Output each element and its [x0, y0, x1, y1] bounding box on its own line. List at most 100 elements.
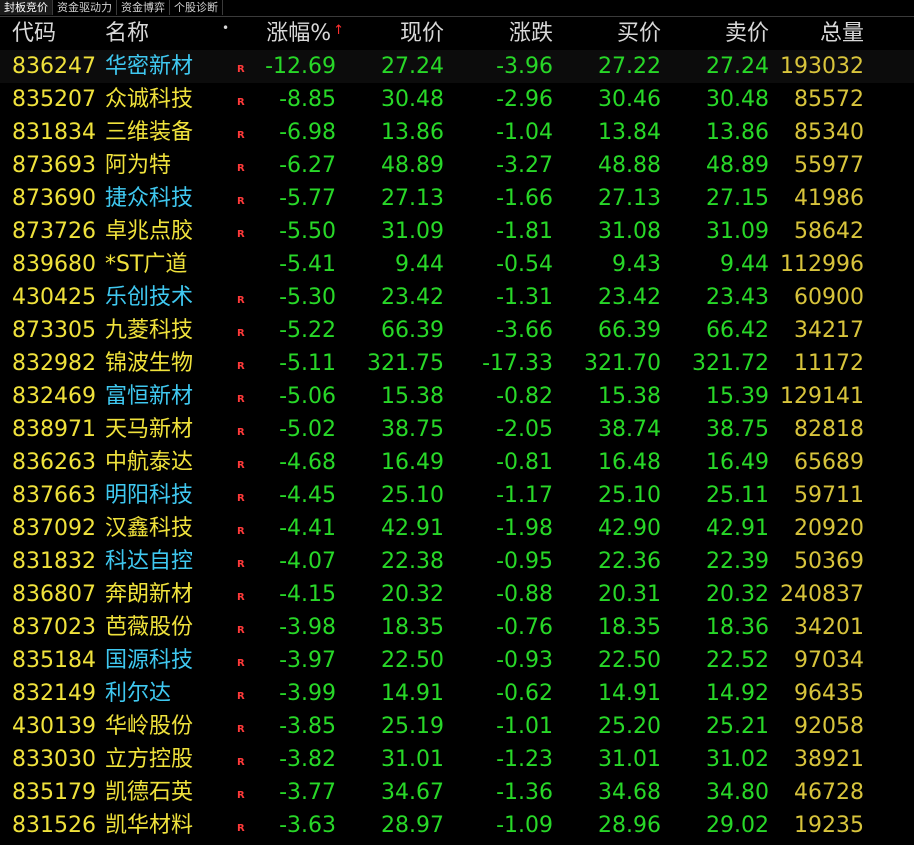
- stock-code: 835207: [12, 87, 96, 112]
- table-row[interactable]: 839680 *ST广道 -5.41 9.44 -0.54 9.43 9.44 112996: [0, 248, 914, 281]
- current-price: 13.86: [381, 120, 444, 145]
- r-marker: R: [237, 130, 245, 141]
- stock-name: 乐创技术: [105, 285, 194, 310]
- table-row[interactable]: 835184 国源科技 R -3.97 22.50 -0.93 22.50 22.52 9703…: [0, 644, 914, 677]
- table-row[interactable]: 430139 华岭股份 R -3.85 25.19 -1.01 25.20 25.21 9205…: [0, 710, 914, 743]
- price-change: -3.27: [496, 153, 553, 178]
- bid-price: 38.74: [598, 417, 661, 442]
- stock-code: 836263: [12, 450, 96, 475]
- current-price: 23.42: [381, 285, 444, 310]
- bid-price: 20.31: [598, 582, 661, 607]
- pct-change: -3.98: [279, 615, 336, 640]
- price-change: -0.81: [496, 450, 553, 475]
- ask-price: 13.86: [706, 120, 769, 145]
- header-name[interactable]: 名称: [105, 17, 230, 50]
- table-row[interactable]: 873305 九菱科技 R -5.22 66.39 -3.66 66.39 66.42 3421…: [0, 314, 914, 347]
- table-row[interactable]: 835179 凯德石英 R -3.77 34.67 -1.36 34.68 34.80 4672…: [0, 776, 914, 809]
- bid-price: 31.08: [598, 219, 661, 244]
- price-change: -2.96: [496, 87, 553, 112]
- total-volume: 38921: [794, 747, 864, 772]
- table-row[interactable]: 837092 汉鑫科技 R -4.41 42.91 -1.98 42.90 42.91 2092…: [0, 512, 914, 545]
- stock-name: 立方控股: [105, 747, 194, 772]
- pct-change: -4.07: [279, 549, 336, 574]
- stock-name: 芭薇股份: [105, 615, 194, 640]
- price-change: -0.93: [496, 648, 553, 673]
- table-row[interactable]: 873726 卓兆点胶 R -5.50 31.09 -1.81 31.08 31.09 5864…: [0, 215, 914, 248]
- bid-price: 66.39: [598, 318, 661, 343]
- ask-price: 29.02: [706, 813, 769, 838]
- pct-change: -5.41: [279, 252, 336, 277]
- table-row[interactable]: 430425 乐创技术 R -5.30 23.42 -1.31 23.42 23.43 6090…: [0, 281, 914, 314]
- header-bid[interactable]: 买价: [565, 17, 661, 50]
- stock-code: 837023: [12, 615, 96, 640]
- price-change: -1.98: [496, 516, 553, 541]
- header-ask[interactable]: 卖价: [675, 17, 769, 50]
- stock-code: 831832: [12, 549, 96, 574]
- table-row[interactable]: 832469 富恒新材 R -5.06 15.38 -0.82 15.38 15.39 1291…: [0, 380, 914, 413]
- total-volume: 34201: [794, 615, 864, 640]
- table-row[interactable]: 833030 立方控股 R -3.82 31.01 -1.23 31.01 31.02 3892…: [0, 743, 914, 776]
- stock-code: 832149: [12, 681, 96, 706]
- tab-stock-diagnosis[interactable]: 个股诊断: [170, 0, 223, 15]
- current-price: 42.91: [381, 516, 444, 541]
- total-volume: 240837: [780, 582, 864, 607]
- tab-fund-game[interactable]: 资金博弈: [117, 0, 170, 15]
- r-marker: R: [237, 460, 245, 471]
- pct-change: -6.98: [279, 120, 336, 145]
- bid-price: 22.36: [598, 549, 661, 574]
- table-row[interactable]: 832149 利尔达 R -3.99 14.91 -0.62 14.91 14.92 96435: [0, 677, 914, 710]
- table-row[interactable]: 836247 华密新材 R -12.69 27.24 -3.96 27.22 27.24 193…: [0, 50, 914, 83]
- stock-name: 天马新材: [105, 417, 194, 442]
- total-volume: 11172: [794, 351, 864, 376]
- current-price: 28.97: [381, 813, 444, 838]
- price-change: -0.95: [496, 549, 553, 574]
- table-row[interactable]: 836807 奔朗新材 R -4.15 20.32 -0.88 20.31 20.32 2408…: [0, 578, 914, 611]
- r-marker: R: [237, 691, 245, 702]
- table-row[interactable]: 838971 天马新材 R -5.02 38.75 -2.05 38.74 38.75 8281…: [0, 413, 914, 446]
- dot-icon: •: [222, 21, 230, 35]
- tab-limit-auction[interactable]: 封板竞价: [0, 0, 53, 15]
- ask-price: 38.75: [706, 417, 769, 442]
- table-row[interactable]: 832982 锦波生物 R -5.11 321.75 -17.33 321.70 321.72…: [0, 347, 914, 380]
- table-row[interactable]: 837663 明阳科技 R -4.45 25.10 -1.17 25.10 25.11 5971…: [0, 479, 914, 512]
- sort-arrow-icon: ↑: [333, 23, 344, 38]
- bid-price: 23.42: [598, 285, 661, 310]
- header-pct-change[interactable]: 涨幅% ↑: [250, 17, 344, 53]
- table-row[interactable]: 873690 捷众科技 R -5.77 27.13 -1.66 27.13 27.15 4198…: [0, 182, 914, 215]
- current-price: 31.09: [381, 219, 444, 244]
- price-change: -1.31: [496, 285, 553, 310]
- table-header: 代码 名称 • 涨幅% ↑ 现价 涨跌 买价 卖价 总量: [0, 17, 914, 50]
- table-row[interactable]: 873693 阿为特 R -6.27 48.89 -3.27 48.88 48.89 55977: [0, 149, 914, 182]
- table-row[interactable]: 836263 中航泰达 R -4.68 16.49 -0.81 16.48 16.49 6568…: [0, 446, 914, 479]
- header-change[interactable]: 涨跌: [455, 17, 553, 50]
- pct-change: -5.50: [279, 219, 336, 244]
- table-row[interactable]: 835207 众诚科技 R -8.85 30.48 -2.96 30.46 30.48 8557…: [0, 83, 914, 116]
- price-change: -0.82: [496, 384, 553, 409]
- ask-price: 30.48: [706, 87, 769, 112]
- ask-price: 66.42: [706, 318, 769, 343]
- stock-code: 837092: [12, 516, 96, 541]
- ask-price: 20.32: [706, 582, 769, 607]
- total-volume: 59711: [794, 483, 864, 508]
- pct-change: -3.97: [279, 648, 336, 673]
- pct-change: -5.02: [279, 417, 336, 442]
- price-change: -1.81: [496, 219, 553, 244]
- current-price: 20.32: [381, 582, 444, 607]
- stock-code: 873690: [12, 186, 96, 211]
- header-volume[interactable]: 总量: [775, 17, 864, 50]
- pct-change: -12.69: [265, 54, 336, 79]
- top-tab-bar: 封板竞价 资金驱动力 资金博弈 个股诊断: [0, 0, 914, 17]
- ask-price: 31.02: [706, 747, 769, 772]
- header-code[interactable]: 代码: [12, 17, 102, 50]
- table-row[interactable]: 831832 科达自控 R -4.07 22.38 -0.95 22.36 22.39 5036…: [0, 545, 914, 578]
- r-marker: R: [237, 625, 245, 636]
- pct-change: -4.45: [279, 483, 336, 508]
- bid-price: 13.84: [598, 120, 661, 145]
- table-row[interactable]: 831834 三维装备 R -6.98 13.86 -1.04 13.84 13.86 8534…: [0, 116, 914, 149]
- table-row[interactable]: 831526 凯华材料 R -3.63 28.97 -1.09 28.96 29.02 1923…: [0, 809, 914, 842]
- header-price[interactable]: 现价: [350, 17, 444, 50]
- table-row[interactable]: 837023 芭薇股份 R -3.98 18.35 -0.76 18.35 18.36 3420…: [0, 611, 914, 644]
- tab-fund-drive[interactable]: 资金驱动力: [53, 0, 117, 15]
- stock-name: 科达自控: [105, 549, 194, 574]
- stock-code: 835184: [12, 648, 96, 673]
